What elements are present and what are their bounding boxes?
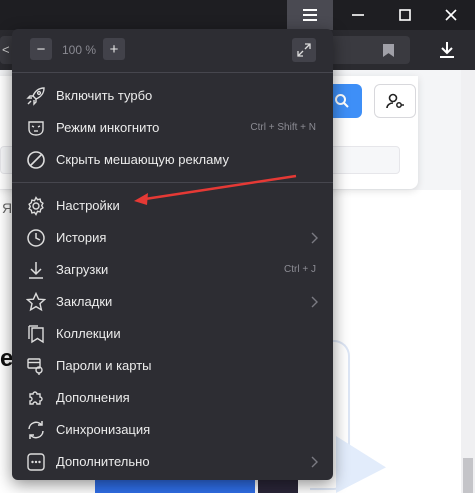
menu-item-more[interactable]: Дополнительно <box>12 446 333 478</box>
menu-item-label: Скрыть мешающую рекламу <box>56 152 229 167</box>
chevron-right-icon <box>309 456 319 468</box>
menu-item-label: Загрузки <box>56 262 109 277</box>
browser-menu-button[interactable] <box>287 0 333 30</box>
menu-item-label: Закладки <box>56 294 113 309</box>
zoom-controls: − 100 % + <box>12 29 333 72</box>
fullscreen-button[interactable] <box>292 38 316 62</box>
zoom-in-button[interactable]: + <box>103 38 125 60</box>
menu-item-settings[interactable]: Настройки <box>12 190 333 222</box>
page-banner-dark <box>258 478 298 493</box>
incognito-mask-icon <box>26 118 46 138</box>
menu-item-history[interactable]: История <box>12 222 333 254</box>
menu-item-label: Дополнения <box>56 390 130 405</box>
menu-item-label: Включить турбо <box>56 88 153 103</box>
menu-item-sync[interactable]: Синхронизация <box>12 414 333 446</box>
minimize-icon <box>351 9 364 21</box>
menu-item-label: Пароли и карты <box>56 358 152 373</box>
menu-item-passwords[interactable]: Пароли и карты <box>12 350 333 382</box>
sync-icon <box>26 420 46 440</box>
chevron-right-icon <box>309 232 319 244</box>
rocket-icon <box>26 86 46 106</box>
menu-item-collections[interactable]: Коллекции <box>12 318 333 350</box>
close-button[interactable] <box>428 0 473 30</box>
menu-item-incognito[interactable]: Режим инкогнито Ctrl + Shift + N <box>12 112 333 144</box>
hamburger-icon <box>303 9 317 21</box>
puzzle-icon <box>26 388 46 408</box>
search-icon <box>334 93 350 109</box>
download-arrow-icon <box>438 41 456 59</box>
menu-divider <box>12 72 333 73</box>
menu-item-downloads[interactable]: Загрузки Ctrl + J <box>12 254 333 286</box>
chevron-right-icon <box>309 296 319 308</box>
menu-item-label: Настройки <box>56 198 120 213</box>
minimize-button[interactable] <box>335 0 380 30</box>
expand-icon <box>297 43 311 57</box>
zoom-level: 100 % <box>61 43 97 57</box>
clock-icon <box>26 228 46 248</box>
menu-item-label: Синхронизация <box>56 422 151 437</box>
menu-item-label: История <box>56 230 107 245</box>
menu-item-bookmarks[interactable]: Закладки <box>12 286 333 318</box>
more-dots-icon <box>26 452 46 472</box>
maximize-button[interactable] <box>382 0 427 30</box>
menu-divider <box>12 182 333 183</box>
user-key-icon <box>385 92 405 110</box>
menu-item-block-ads[interactable]: Скрыть мешающую рекламу <box>12 144 333 176</box>
menu-item-label: Дополнительно <box>56 454 150 469</box>
downloads-button[interactable] <box>430 36 464 64</box>
gear-icon <box>26 196 46 216</box>
browser-main-menu: − 100 % + Включить турбо Режим инкогнито… <box>12 29 333 480</box>
maximize-icon <box>398 9 411 21</box>
scrollbar-track[interactable] <box>461 70 475 493</box>
menu-item-turbo[interactable]: Включить турбо <box>12 80 333 112</box>
page-logo-letter: Я <box>2 200 13 216</box>
menu-item-label: Режим инкогнито <box>56 120 160 135</box>
menu-item-hotkey: Ctrl + Shift + N <box>250 122 316 133</box>
close-icon <box>444 9 457 21</box>
page-banner <box>95 478 255 493</box>
passwords-cards-icon <box>26 356 46 376</box>
collections-icon <box>26 324 46 344</box>
menu-item-extensions[interactable]: Дополнения <box>12 382 333 414</box>
download-icon <box>26 260 46 280</box>
menu-item-label: Коллекции <box>56 326 121 341</box>
profile-button[interactable] <box>374 84 416 118</box>
scrollbar-thumb[interactable] <box>463 458 473 493</box>
block-ads-icon <box>26 150 46 170</box>
zoom-out-button[interactable]: − <box>30 38 52 60</box>
star-icon <box>26 292 46 312</box>
menu-item-hotkey: Ctrl + J <box>284 264 316 275</box>
